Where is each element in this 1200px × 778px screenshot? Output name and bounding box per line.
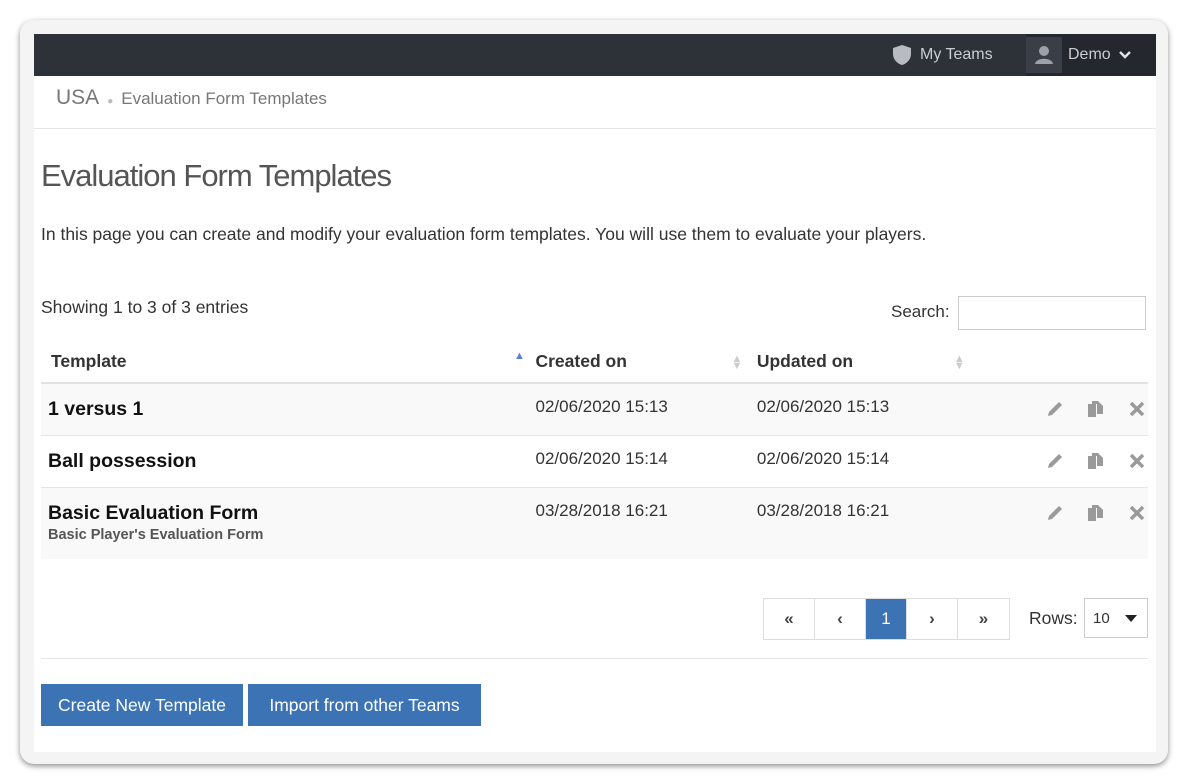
entries-info: Showing 1 to 3 of 3 entries [41, 297, 249, 317]
divider [34, 128, 1156, 129]
template-name[interactable]: Ball possession [41, 436, 535, 473]
shield-icon [893, 45, 911, 65]
top-navbar: My Teams Demo [34, 34, 1156, 76]
column-header-updated[interactable]: Updated on ▲ ▼ [756, 340, 981, 384]
first-page-button[interactable]: « [764, 599, 815, 639]
breadcrumb-separator: ● [107, 96, 114, 107]
sort-both-icon: ▲ ▼ [731, 353, 743, 372]
app-window: My Teams Demo USA ● Evaluation Form Temp… [34, 34, 1156, 752]
table-row[interactable]: Basic Evaluation Form Basic Player's Eva… [41, 487, 1148, 559]
divider [41, 658, 1148, 659]
breadcrumb-root[interactable]: USA [56, 86, 99, 110]
pencil-icon[interactable] [1044, 398, 1066, 420]
template-name[interactable]: 1 versus 1 [41, 384, 535, 421]
my-teams-label: My Teams [920, 46, 993, 63]
user-name: Demo [1068, 46, 1111, 63]
search-label: Search: [891, 302, 950, 321]
pencil-icon[interactable] [1044, 450, 1066, 472]
pagination: « ‹ 1 › » [763, 598, 1010, 640]
avatar [1026, 37, 1062, 73]
search-input[interactable] [958, 296, 1146, 330]
page-description: In this page you can create and modify y… [41, 224, 927, 244]
template-name[interactable]: Basic Evaluation Form [41, 488, 535, 525]
my-teams-link[interactable]: My Teams [892, 34, 993, 76]
breadcrumb: USA ● Evaluation Form Templates [56, 86, 327, 116]
created-date: 03/28/2018 16:21 [535, 500, 668, 520]
created-date: 02/06/2020 15:13 [535, 397, 668, 416]
updated-date: 02/06/2020 15:14 [756, 448, 890, 468]
column-header-template[interactable]: Template ▲ [41, 340, 536, 384]
updated-date: 03/28/2018 16:21 [756, 500, 890, 520]
templates-table: Template ▲ Created on ▲ ▼ Updated on ▲ ▼ 1… [41, 340, 1148, 559]
user-menu[interactable]: Demo [1026, 34, 1156, 76]
next-page-button[interactable]: › [907, 599, 958, 639]
caret-down-icon [1125, 615, 1137, 622]
copy-icon[interactable] [1085, 450, 1107, 472]
close-icon[interactable] [1126, 398, 1148, 420]
column-header-actions [980, 340, 1148, 384]
pencil-icon[interactable] [1044, 502, 1066, 524]
create-template-button[interactable]: Create New Template [41, 684, 243, 726]
copy-icon[interactable] [1085, 502, 1107, 524]
column-header-created[interactable]: Created on ▲ ▼ [535, 340, 757, 384]
sort-ascending-icon: ▲ [514, 350, 525, 362]
rows-per-page-select[interactable]: 10 [1084, 598, 1148, 638]
prev-page-button[interactable]: ‹ [815, 599, 866, 639]
template-subtitle: Basic Player's Evaluation Form [48, 526, 264, 543]
created-date: 02/06/2020 15:14 [535, 448, 668, 468]
import-teams-button[interactable]: Import from other Teams [248, 684, 481, 726]
page-1-button[interactable]: 1 [866, 599, 907, 639]
copy-icon[interactable] [1085, 398, 1107, 420]
breadcrumb-current: Evaluation Form Templates [121, 89, 327, 108]
table-row[interactable]: Ball possession 02/06/2020 15:14 02/06/2… [41, 435, 1148, 487]
rows-label: Rows: [1029, 608, 1078, 628]
last-page-button[interactable]: » [958, 599, 1009, 639]
table-row[interactable]: 1 versus 1 02/06/2020 15:13 02/06/2020 1… [41, 383, 1148, 435]
rows-value: 10 [1093, 609, 1110, 627]
chevron-down-icon [1118, 51, 1131, 59]
user-avatar-icon [1035, 46, 1053, 64]
page-title: Evaluation Form Templates [41, 158, 392, 193]
close-icon[interactable] [1126, 450, 1148, 472]
sort-both-icon: ▲ ▼ [953, 353, 965, 372]
updated-date: 02/06/2020 15:13 [756, 397, 890, 416]
close-icon[interactable] [1126, 502, 1148, 524]
